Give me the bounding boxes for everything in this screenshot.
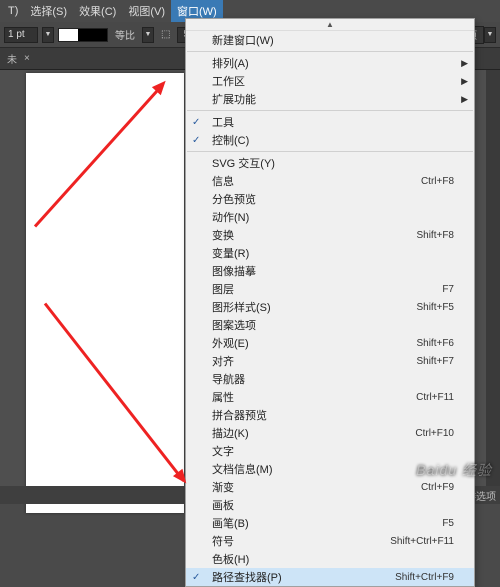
points-prefix-icon: ⬚: [161, 29, 170, 40]
window-menu-dropdown: ▲ 新建窗口(W) 排列(A) ▶ 工作区 ▶ 扩展功能 ▶ ✓ 工具 ✓ 控制(C) SVG 交互(…: [185, 18, 475, 587]
menu-item-label: 排列(A): [212, 55, 249, 71]
menu-item-label: 图形样式(S): [212, 299, 271, 315]
menu-item-图形样式s[interactable]: 图形样式(S) Shift+F5: [186, 298, 474, 316]
menu-item-label: 新建窗口(W): [212, 32, 274, 48]
menu-item-动作n[interactable]: 动作(N): [186, 208, 474, 226]
menu-item-图案选项[interactable]: 图案选项: [186, 316, 474, 334]
menu-item-label: 变换: [212, 227, 234, 243]
artboard[interactable]: [26, 73, 184, 513]
menu-item-label: 外观(E): [212, 335, 249, 351]
menu-item-label: 图像描摹: [212, 263, 256, 279]
menu-shortcut: F7: [412, 284, 454, 295]
menu-item-label: 属性: [212, 389, 234, 405]
menu-item-label: 符号: [212, 533, 234, 549]
check-icon: ✓: [192, 572, 200, 583]
menu-item-描边k[interactable]: 描边(K) Ctrl+F10: [186, 424, 474, 442]
menu-item-label: 描边(K): [212, 425, 249, 441]
check-icon: ✓: [192, 135, 200, 146]
menu-item-label: 工具: [212, 114, 234, 130]
menu-item-label: 工作区: [212, 73, 245, 89]
menu-shortcut: Shift+F5: [386, 302, 454, 313]
profile-label: 等比: [115, 27, 135, 42]
menu-shortcut: Shift+F6: [386, 338, 454, 349]
menu-item-svg交互y[interactable]: SVG 交互(Y): [186, 154, 474, 172]
menu-item-工具[interactable]: ✓ 工具: [186, 113, 474, 131]
menu-item-label: 变量(R): [212, 245, 249, 261]
menu-item-label: 扩展功能: [212, 91, 256, 107]
right-options-dropdown[interactable]: ▼: [484, 27, 496, 43]
menu-item-label: 动作(N): [212, 209, 249, 225]
submenu-arrow-icon: ▶: [461, 58, 468, 69]
menu-item-排列a[interactable]: 排列(A) ▶: [186, 54, 474, 72]
menu-选择s[interactable]: 选择(S): [24, 3, 73, 19]
menu-item-对齐[interactable]: 对齐 Shift+F7: [186, 352, 474, 370]
menu-shortcut: Shift+Ctrl+F9: [365, 572, 454, 583]
menu-shortcut: Shift+Ctrl+F11: [360, 536, 454, 547]
menu-item-label: 分色预览: [212, 191, 256, 207]
menu-item-导航器[interactable]: 导航器: [186, 370, 474, 388]
stroke-preview[interactable]: [58, 28, 108, 42]
menu-item-分色预览[interactable]: 分色预览: [186, 190, 474, 208]
submenu-arrow-icon: ▶: [461, 76, 468, 87]
menu-item-属性[interactable]: 属性 Ctrl+F11: [186, 388, 474, 406]
menu-item-画笔b[interactable]: 画笔(B) F5: [186, 514, 474, 532]
menu-shortcut: Ctrl+F10: [385, 428, 454, 439]
profile-dropdown[interactable]: ▼: [142, 27, 154, 43]
menu-shortcut: Shift+F7: [386, 356, 454, 367]
menu-separator: [187, 51, 473, 52]
check-icon: ✓: [192, 117, 200, 128]
menu-item-符号[interactable]: 符号 Shift+Ctrl+F11: [186, 532, 474, 550]
menu-item-label: 图层: [212, 281, 234, 297]
menu-item-label: 画板: [212, 497, 234, 513]
menu-item-工作区[interactable]: 工作区 ▶: [186, 72, 474, 90]
menu-item-label: 信息: [212, 173, 234, 189]
menu-separator: [187, 151, 473, 152]
menu-shortcut: Ctrl+F11: [386, 392, 454, 403]
menu-item-label: 图案选项: [212, 317, 256, 333]
watermark: Baidu 经验: [416, 460, 492, 480]
menu-视图v[interactable]: 视图(V): [122, 3, 171, 19]
menu-item-label: 画笔(B): [212, 515, 249, 531]
menu-效果c[interactable]: 效果(C): [73, 3, 122, 19]
menu-item-控制c[interactable]: ✓ 控制(C): [186, 131, 474, 149]
menu-item-新建窗口w[interactable]: 新建窗口(W): [186, 31, 474, 49]
menu-item-label: 渐变: [212, 479, 234, 495]
menu-item-扩展功能[interactable]: 扩展功能 ▶: [186, 90, 474, 108]
stroke-weight-dropdown[interactable]: ▼: [42, 27, 54, 43]
menu-item-图像描摹[interactable]: 图像描摹: [186, 262, 474, 280]
menu-item-变量r[interactable]: 变量(R): [186, 244, 474, 262]
menu-item-拼合器预览[interactable]: 拼合器预览: [186, 406, 474, 424]
menu-item-路径查找器p[interactable]: ✓ 路径查找器(P) Shift+Ctrl+F9: [186, 568, 474, 586]
menu-shortcut: F5: [412, 518, 454, 529]
submenu-arrow-icon: ▶: [461, 94, 468, 105]
menu-item-外观e[interactable]: 外观(E) Shift+F6: [186, 334, 474, 352]
menu-item-label: 对齐: [212, 353, 234, 369]
menu-item-label: 路径查找器(P): [212, 569, 282, 585]
menu-item-label: 控制(C): [212, 132, 249, 148]
menu-item-label: SVG 交互(Y): [212, 155, 275, 171]
menu-t[interactable]: T): [2, 5, 24, 17]
menu-shortcut: Shift+F8: [386, 230, 454, 241]
menu-shortcut: Ctrl+F9: [391, 482, 454, 493]
menu-item-色板h[interactable]: 色板(H): [186, 550, 474, 568]
menu-separator: [187, 110, 473, 111]
menu-item-label: 色板(H): [212, 551, 249, 567]
tab-close-icon[interactable]: ×: [24, 53, 30, 64]
menu-item-label: 导航器: [212, 371, 245, 387]
menu-item-label: 文字: [212, 443, 234, 459]
menu-item-label: 拼合器预览: [212, 407, 267, 423]
menu-shortcut: Ctrl+F8: [391, 176, 454, 187]
menu-scroll-up-icon[interactable]: ▲: [186, 19, 474, 31]
menu-item-变换[interactable]: 变换 Shift+F8: [186, 226, 474, 244]
menu-item-图层[interactable]: 图层 F7: [186, 280, 474, 298]
menu-item-文字[interactable]: 文字: [186, 442, 474, 460]
menu-item-信息[interactable]: 信息 Ctrl+F8: [186, 172, 474, 190]
menu-item-画板[interactable]: 画板: [186, 496, 474, 514]
menu-item-渐变[interactable]: 渐变 Ctrl+F9: [186, 478, 474, 496]
menu-item-label: 文档信息(M): [212, 461, 273, 477]
right-panel-collapsed[interactable]: [486, 70, 500, 490]
stroke-weight-field[interactable]: 1 pt: [4, 27, 38, 43]
document-tab[interactable]: 未: [4, 51, 20, 66]
